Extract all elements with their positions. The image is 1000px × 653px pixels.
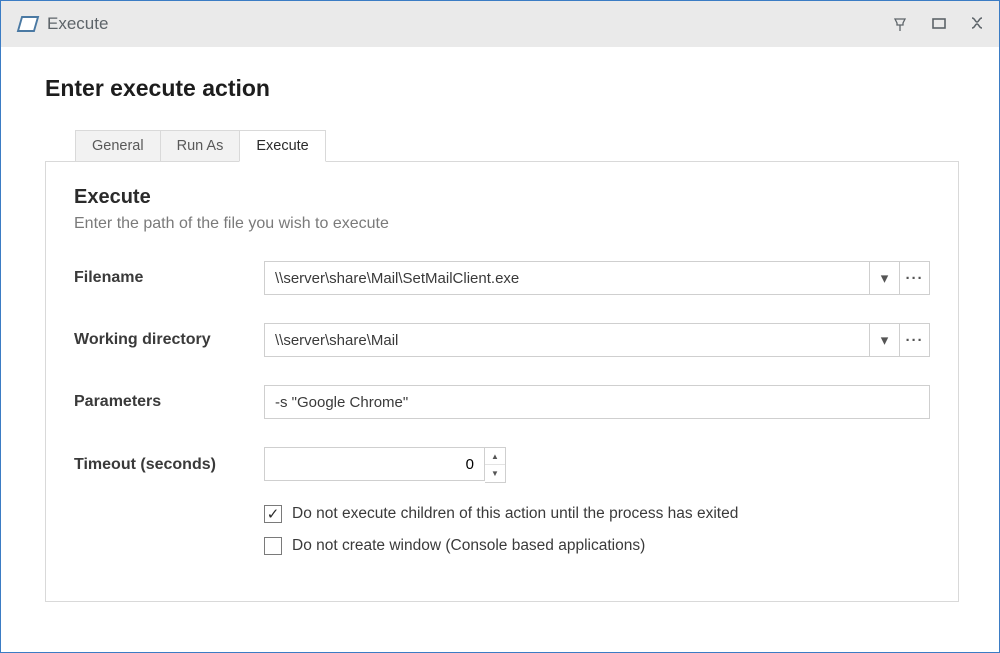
- row-working-directory: Working directory ▾ ···: [74, 323, 930, 357]
- dialog-body: Enter execute action General Run As Exec…: [1, 47, 999, 652]
- parameters-input[interactable]: [264, 385, 930, 419]
- checkboxes: ✓ Do not execute children of this action…: [74, 505, 930, 555]
- page-title: Enter execute action: [45, 75, 959, 102]
- workdir-input[interactable]: [264, 323, 870, 357]
- filename-label: Filename: [74, 269, 264, 287]
- checkbox-no-window[interactable]: Do not create window (Console based appl…: [264, 537, 930, 555]
- pin-button[interactable]: [893, 16, 909, 32]
- tab-panel-execute: Execute Enter the path of the file you w…: [45, 161, 959, 602]
- title-bar: Execute: [1, 1, 999, 47]
- checkbox-no-window-label: Do not create window (Console based appl…: [292, 537, 645, 555]
- tab-execute[interactable]: Execute: [239, 130, 325, 162]
- filename-dropdown[interactable]: ▾: [870, 261, 900, 295]
- row-filename: Filename ▾ ···: [74, 261, 930, 295]
- chevron-down-icon: ▾: [881, 331, 889, 349]
- panel-title: Execute: [74, 186, 930, 209]
- filename-browse[interactable]: ···: [900, 261, 930, 295]
- tab-run-as[interactable]: Run As: [160, 130, 241, 162]
- checkbox-wait-label: Do not execute children of this action u…: [292, 505, 738, 523]
- close-button[interactable]: [969, 16, 985, 32]
- parameters-label: Parameters: [74, 393, 264, 411]
- panel-subtitle: Enter the path of the file you wish to e…: [74, 215, 930, 233]
- window-controls: [893, 16, 985, 32]
- window-title: Execute: [47, 14, 108, 34]
- workdir-browse[interactable]: ···: [900, 323, 930, 357]
- checkbox-empty-icon: [264, 537, 282, 555]
- timeout-input[interactable]: [264, 447, 485, 481]
- tab-general[interactable]: General: [75, 130, 161, 162]
- timeout-spin-down[interactable]: ▼: [485, 465, 505, 482]
- workdir-label: Working directory: [74, 331, 264, 349]
- workdir-dropdown[interactable]: ▾: [870, 323, 900, 357]
- timeout-label: Timeout (seconds): [74, 456, 264, 474]
- chevron-down-icon: ▾: [881, 269, 889, 287]
- timeout-spinner: ▲ ▼: [485, 447, 506, 483]
- row-parameters: Parameters: [74, 385, 930, 419]
- ellipsis-icon: ···: [906, 270, 924, 287]
- checkbox-wait-process[interactable]: ✓ Do not execute children of this action…: [264, 505, 930, 523]
- tabs: General Run As Execute: [45, 130, 959, 162]
- execute-dialog: Execute Enter execute action General Run…: [0, 0, 1000, 653]
- filename-input[interactable]: [264, 261, 870, 295]
- timeout-spin-up[interactable]: ▲: [485, 448, 505, 465]
- row-timeout: Timeout (seconds) ▲ ▼: [74, 447, 930, 483]
- window-icon: [17, 16, 40, 32]
- checkmark-icon: ✓: [264, 505, 282, 523]
- ellipsis-icon: ···: [906, 332, 924, 349]
- restore-button[interactable]: [931, 16, 947, 32]
